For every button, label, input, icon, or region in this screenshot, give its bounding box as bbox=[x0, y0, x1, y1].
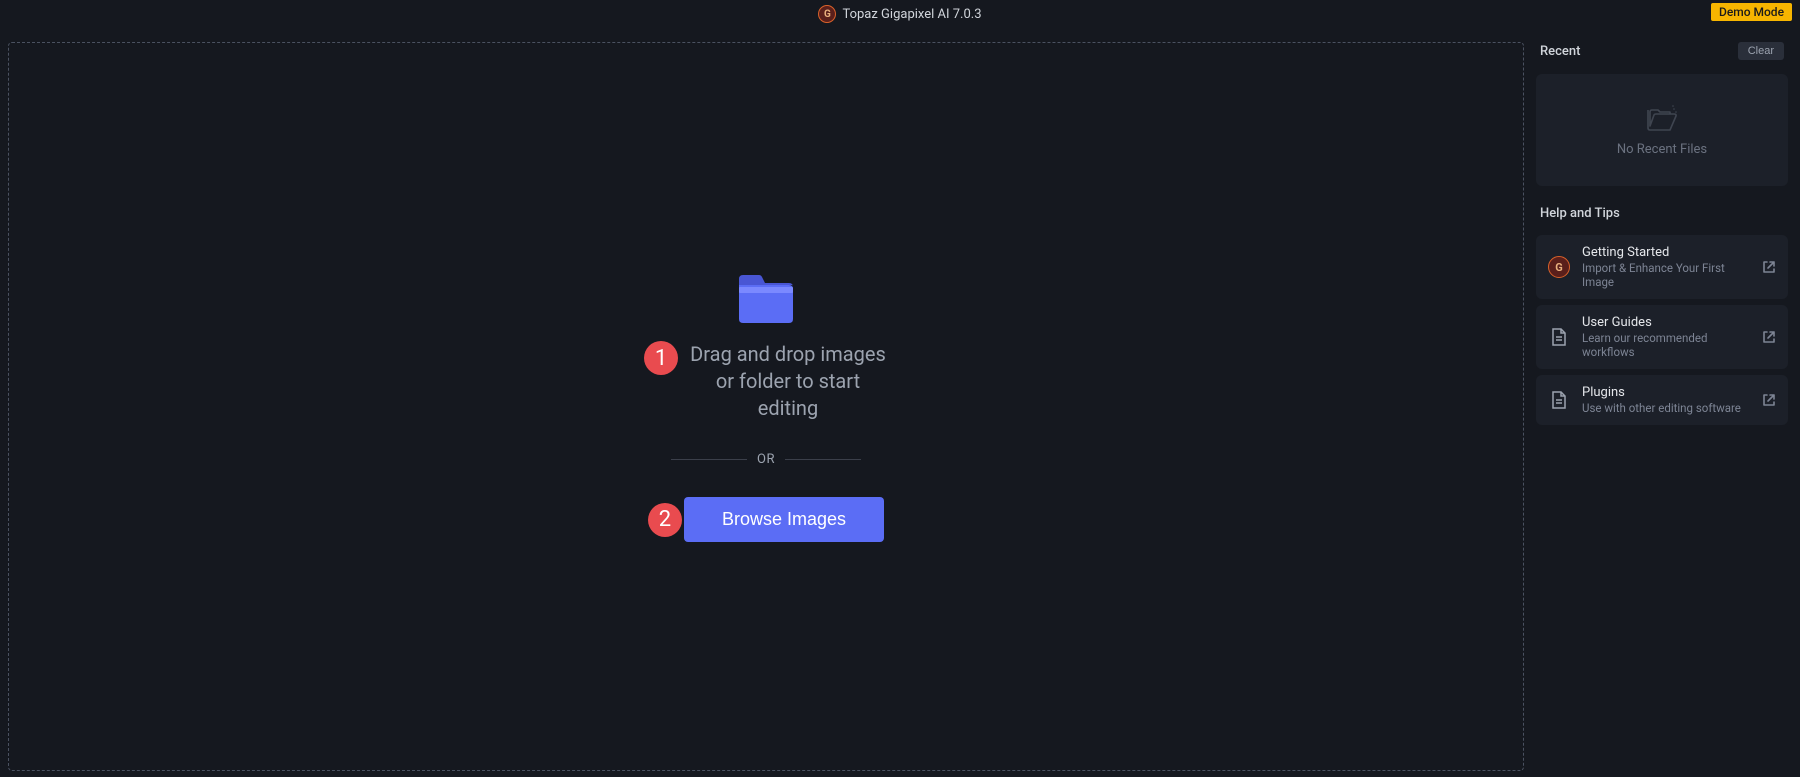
recent-files-box: No Recent Files bbox=[1536, 74, 1788, 186]
help-item-title: Plugins bbox=[1582, 385, 1750, 400]
clear-recent-button[interactable]: Clear bbox=[1738, 42, 1784, 60]
folder-open-icon bbox=[1646, 104, 1678, 132]
help-header: Help and Tips bbox=[1536, 206, 1788, 221]
help-item-getting-started[interactable]: G Getting Started Import & Enhance Your … bbox=[1536, 235, 1788, 299]
divider-or-label: OR bbox=[757, 452, 775, 467]
drop-zone-wrapper: 1 Drag and drop images or folder to star… bbox=[0, 28, 1530, 777]
help-item-plugins[interactable]: Plugins Use with other editing software bbox=[1536, 375, 1788, 425]
external-link-icon bbox=[1762, 260, 1776, 274]
help-item-desc: Learn our recommended workflows bbox=[1582, 331, 1750, 359]
help-list: G Getting Started Import & Enhance Your … bbox=[1536, 235, 1788, 425]
external-link-icon bbox=[1762, 330, 1776, 344]
sidebar: Recent Clear No Recent Files Help and Ti… bbox=[1530, 28, 1800, 777]
title-center: G Topaz Gigapixel AI 7.0.3 bbox=[818, 5, 981, 23]
help-item-desc: Import & Enhance Your First Image bbox=[1582, 261, 1750, 289]
step-2-badge: 2 bbox=[648, 503, 682, 537]
no-recent-text: No Recent Files bbox=[1617, 142, 1707, 157]
app-logo-icon: G bbox=[818, 5, 836, 23]
divider: OR bbox=[671, 452, 861, 467]
recent-header: Recent Clear bbox=[1536, 42, 1788, 60]
app-logo-icon: G bbox=[1548, 256, 1570, 278]
app-title: Topaz Gigapixel AI 7.0.3 bbox=[842, 7, 981, 22]
drop-zone[interactable]: 1 Drag and drop images or folder to star… bbox=[8, 42, 1524, 771]
folder-icon bbox=[737, 271, 795, 323]
step-2-row: 2 Browse Images bbox=[648, 497, 884, 542]
drag-drop-text: Drag and drop images or folder to start … bbox=[688, 341, 888, 422]
recent-title: Recent bbox=[1540, 44, 1580, 59]
step-1-badge: 1 bbox=[644, 341, 678, 375]
help-title: Help and Tips bbox=[1540, 206, 1620, 221]
title-bar: G Topaz Gigapixel AI 7.0.3 Demo Mode bbox=[0, 0, 1800, 28]
browse-images-button[interactable]: Browse Images bbox=[684, 497, 884, 542]
help-item-desc: Use with other editing software bbox=[1582, 401, 1750, 415]
help-item-title: User Guides bbox=[1582, 315, 1750, 330]
document-icon bbox=[1551, 390, 1567, 410]
help-item-title: Getting Started bbox=[1582, 245, 1750, 260]
demo-mode-badge: Demo Mode bbox=[1711, 3, 1792, 21]
external-link-icon bbox=[1762, 393, 1776, 407]
step-1-row: 1 Drag and drop images or folder to star… bbox=[644, 341, 888, 422]
help-item-user-guides[interactable]: User Guides Learn our recommended workfl… bbox=[1536, 305, 1788, 369]
document-icon bbox=[1551, 327, 1567, 347]
